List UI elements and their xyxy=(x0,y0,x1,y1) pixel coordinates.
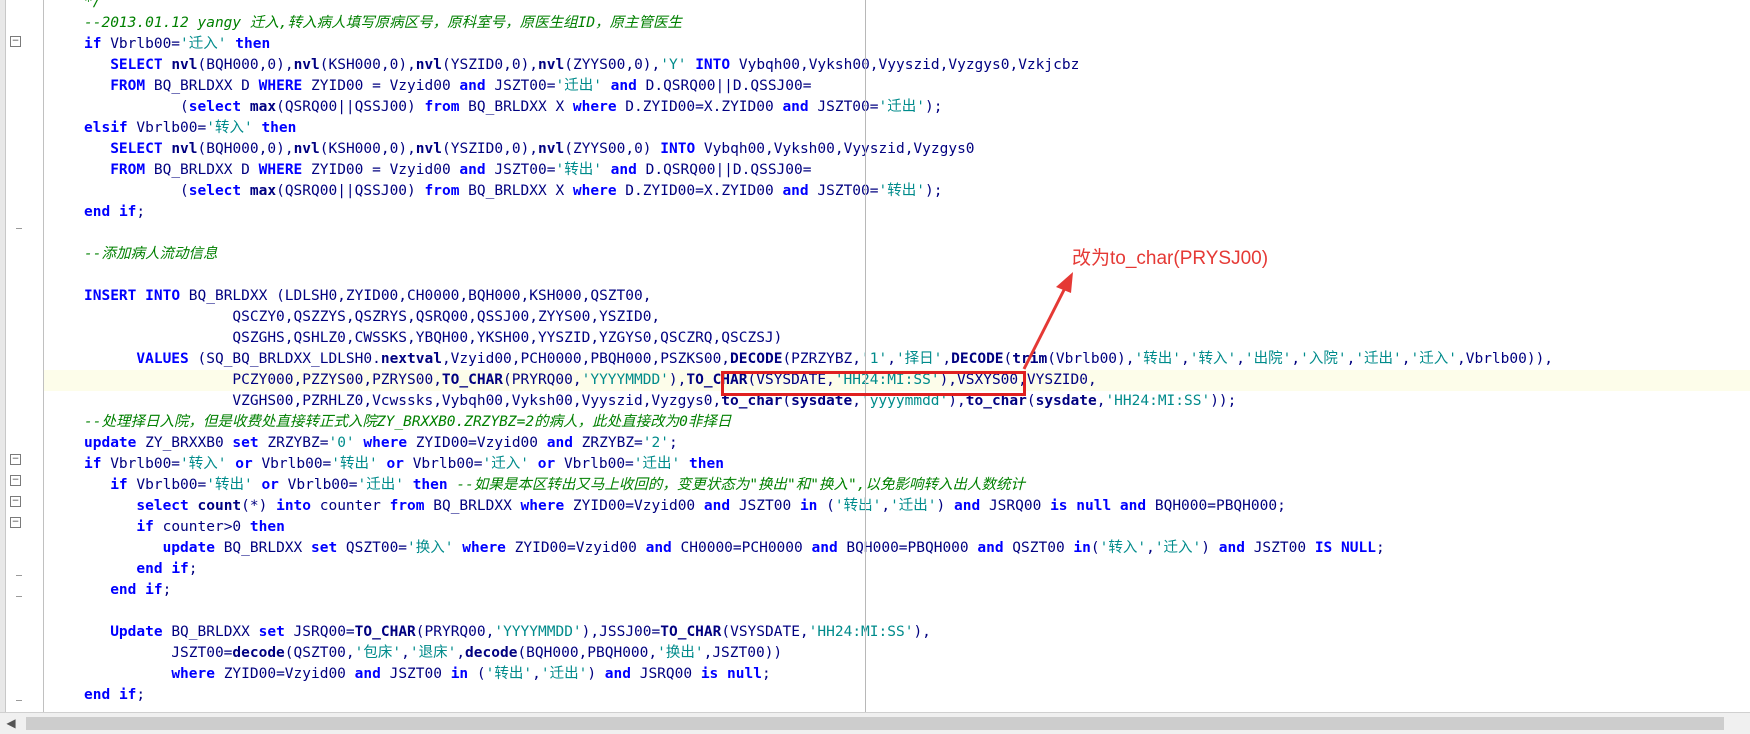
annotation-arrow xyxy=(1022,272,1073,370)
annotation-note: 改为to_char(PRYSJ00) xyxy=(1072,248,1269,269)
scrollbar-thumb[interactable] xyxy=(26,717,1724,730)
horizontal-scrollbar[interactable]: ◀ xyxy=(0,712,1750,734)
scroll-left-icon[interactable]: ◀ xyxy=(4,716,18,730)
